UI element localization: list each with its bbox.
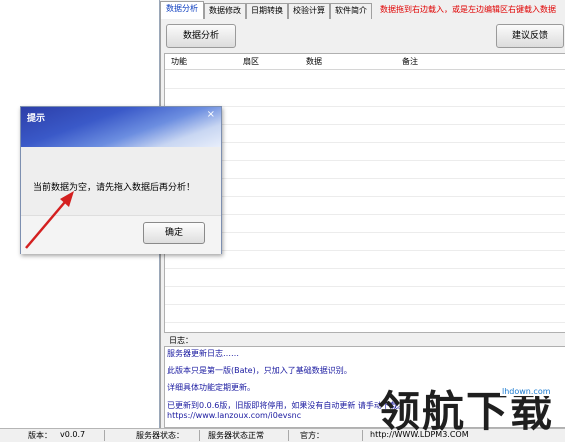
status-separator [362, 430, 363, 441]
status-separator [104, 430, 105, 441]
table-row-line [165, 232, 565, 233]
table-row-line [165, 178, 565, 179]
table-row-line [165, 142, 565, 143]
table-row-line [165, 250, 565, 251]
tab-date-convert[interactable]: 日期转换 [246, 3, 288, 19]
tab-checksum[interactable]: 校验计算 [288, 3, 330, 19]
table-row-line [165, 268, 565, 269]
table-row-line [165, 286, 565, 287]
site-watermark: 领航下载 lhdown.com [378, 370, 565, 440]
tab-data-edit[interactable]: 数据修改 [204, 3, 246, 19]
close-icon[interactable]: × [207, 109, 215, 120]
tab-data-analysis[interactable]: 数据分析 [160, 1, 204, 19]
log-line: 服务器更新日志…… [167, 349, 239, 358]
status-separator [199, 430, 200, 441]
log-line: 详细具体功能定期更新。 [167, 383, 255, 392]
log-label: 日志： [169, 336, 193, 345]
column-header-note[interactable]: 备注 [402, 56, 418, 67]
analyze-button[interactable]: 数据分析 [166, 24, 236, 48]
column-header-sector[interactable]: 扇区 [243, 56, 259, 67]
table-row-line [165, 214, 565, 215]
dialog-titlebar[interactable]: 提示 × [21, 107, 221, 147]
version-value: v0.0.7 [60, 430, 86, 439]
column-header-function[interactable]: 功能 [171, 56, 187, 67]
prompt-dialog: 提示 × 当前数据为空，请先拖入数据后再分析！ 确定 [20, 106, 222, 254]
dialog-title: 提示 [27, 114, 46, 124]
result-table[interactable]: 功能 扇区 数据 备注 [164, 53, 565, 333]
feedback-button[interactable]: 建议反馈 [496, 24, 564, 48]
table-row-line [165, 322, 565, 323]
table-header: 功能 扇区 数据 备注 [165, 54, 565, 70]
official-site-label: 官方： [300, 431, 324, 440]
ok-button[interactable]: 确定 [143, 222, 205, 244]
status-separator [288, 430, 289, 441]
log-line: 此版本只是第一版(Bate)，只加入了基础数据识别。 [167, 366, 352, 375]
dialog-footer: 确定 [21, 215, 221, 254]
server-status-label: 服务器状态： [136, 431, 184, 440]
column-header-data[interactable]: 数据 [306, 56, 322, 67]
table-row-line [165, 124, 565, 125]
version-label: 版本： [28, 431, 52, 440]
server-status-value: 服务器状态正常 [208, 431, 264, 440]
table-row-line [165, 304, 565, 305]
drop-hint-text: 数据拖到右边载入，或是左边编辑区右键载入数据 [380, 5, 556, 14]
table-row-line [165, 196, 565, 197]
dialog-message: 当前数据为空，请先拖入数据后再分析！ [33, 183, 196, 193]
table-row-line [165, 88, 565, 89]
log-link[interactable]: https://www.lanzoux.com/i0evsnc [167, 411, 301, 420]
table-row-line [165, 160, 565, 161]
tab-bar: 数据分析 数据修改 日期转换 校验计算 软件简介 数据拖到右边载入，或是左边编辑… [160, 0, 565, 19]
log-line: 已更新到0.0.6版，旧版即将停用，如果没有自动更新 请手动下载。 [167, 401, 406, 410]
table-row-line [165, 106, 565, 107]
watermark-url: lhdown.com [500, 387, 553, 396]
tab-about[interactable]: 软件简介 [330, 3, 372, 19]
